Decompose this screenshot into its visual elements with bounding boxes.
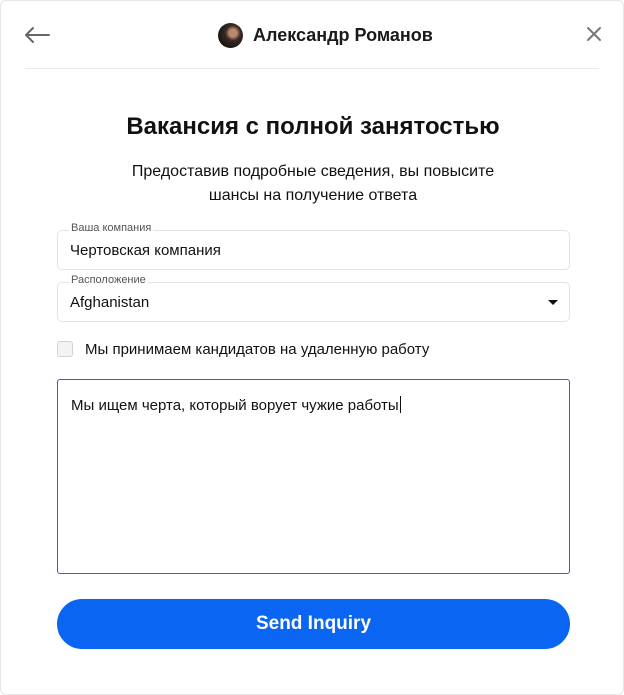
chevron-down-icon: [548, 300, 558, 305]
user-info: Александр Романов: [218, 21, 433, 49]
modal-header: Александр Романов: [1, 1, 624, 69]
header-divider: [25, 68, 599, 69]
send-inquiry-button[interactable]: Send Inquiry: [57, 599, 570, 649]
avatar: [218, 22, 243, 48]
close-button[interactable]: [583, 23, 605, 45]
company-value: Чертовская компания: [70, 242, 221, 259]
close-icon: [587, 27, 601, 41]
remote-checkbox[interactable]: [57, 341, 73, 357]
page-title: Вакансия с полной занятостью: [126, 113, 500, 140]
company-label: Ваша компания: [69, 222, 154, 234]
description-text: Мы ищем черта, который ворует чужие рабо…: [71, 396, 401, 414]
location-label: Расположение: [69, 274, 148, 286]
user-name: Александр Романов: [253, 24, 433, 45]
location-value: Afghanistan: [70, 294, 150, 311]
page-subtitle: Предоставив подробные сведения, вы повыс…: [131, 163, 495, 204]
inquiry-modal: Александр Романов Вакансия с полной заня…: [0, 0, 624, 695]
arrow-left-icon: [25, 27, 50, 43]
remote-checkbox-label: Мы принимаем кандидатов на удаленную раб…: [85, 340, 430, 358]
description-textarea[interactable]: Мы ищем черта, который ворует чужие рабо…: [57, 379, 570, 574]
description-value: Мы ищем черта, который ворует чужие рабо…: [71, 397, 399, 414]
text-caret: [399, 396, 401, 413]
back-button[interactable]: [23, 23, 51, 47]
company-field[interactable]: Чертовская компания: [57, 230, 570, 270]
remote-checkbox-row[interactable]: Мы принимаем кандидатов на удаленную раб…: [57, 339, 429, 359]
location-select[interactable]: Afghanistan: [57, 282, 570, 322]
